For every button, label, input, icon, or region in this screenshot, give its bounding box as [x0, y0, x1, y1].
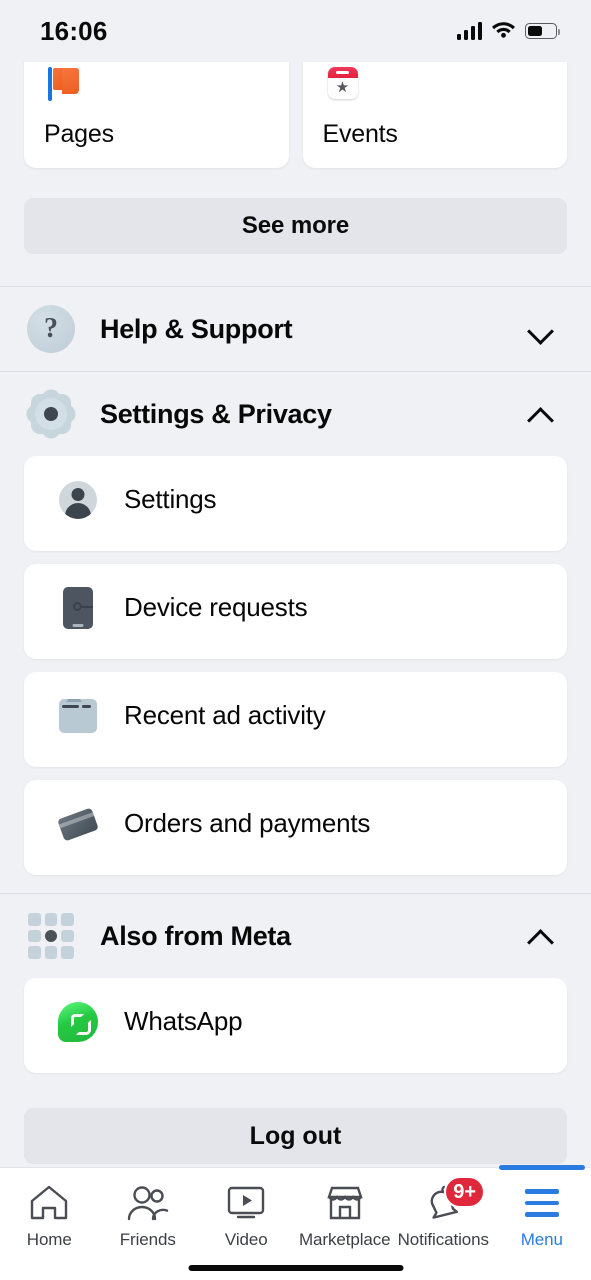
shortcuts-section: Pages ★ Events [0, 62, 591, 168]
logout-wrapper: Log out [0, 1086, 591, 1164]
signal-bars-icon [456, 22, 482, 40]
shortcuts-grid: Pages ★ Events [24, 62, 567, 168]
events-calendar-icon: ★ [323, 64, 363, 104]
section-title: Settings & Privacy [100, 398, 332, 429]
ad-image-icon [56, 694, 100, 738]
nav-tab-label: Notifications [397, 1230, 489, 1249]
logout-button[interactable]: Log out [24, 1108, 567, 1164]
friends-icon [126, 1182, 170, 1224]
status-bar-time: 16:06 [40, 15, 108, 46]
section-title: Also from Meta [100, 920, 291, 951]
list-item-settings[interactable]: Settings [24, 456, 567, 551]
chevron-up-icon[interactable] [527, 921, 557, 951]
list-item-label: Orders and payments [124, 808, 371, 838]
pages-flag-icon [44, 64, 84, 104]
list-item-orders-and-payments[interactable]: Orders and payments [24, 780, 567, 875]
nav-tab-notifications[interactable]: 9+ Notifications [394, 1168, 493, 1280]
nav-tab-friends[interactable]: Friends [99, 1168, 198, 1280]
chevron-down-icon[interactable] [527, 314, 557, 344]
chevron-up-icon[interactable] [527, 399, 557, 429]
avatar-person-icon [56, 478, 100, 522]
bottom-navigation-bar: Home Friends Video Marketplace 9+ Notifi… [0, 1165, 591, 1280]
nav-tab-label: Marketplace [299, 1230, 391, 1249]
nav-tab-label: Friends [119, 1230, 176, 1249]
section-header-also-from-meta[interactable]: Also from Meta [0, 894, 591, 978]
section-header-help-support[interactable]: ? Help & Support [0, 287, 591, 371]
nav-tab-marketplace[interactable]: Marketplace [296, 1168, 395, 1280]
shortcut-card-pages[interactable]: Pages [24, 62, 289, 168]
list-item-recent-ad-activity[interactable]: Recent ad activity [24, 672, 567, 767]
section-title: Help & Support [100, 313, 293, 344]
status-bar-icons [456, 19, 561, 43]
active-tab-indicator [498, 1165, 585, 1170]
wifi-icon [491, 19, 516, 43]
nav-tab-menu[interactable]: Menu [493, 1165, 591, 1280]
status-bar: 16:06 [0, 0, 591, 62]
settings-privacy-list: Settings Device requests Recent ad activ… [0, 456, 591, 875]
nav-tab-label: Menu [520, 1230, 563, 1249]
whatsapp-icon [56, 1000, 100, 1044]
nav-tab-label: Home [26, 1230, 72, 1249]
list-item-label: Settings [124, 484, 217, 514]
see-more-wrapper: See more [0, 168, 591, 254]
shortcut-label: Events [322, 120, 398, 148]
video-icon [225, 1182, 267, 1224]
list-item-device-requests[interactable]: Device requests [24, 564, 567, 659]
shortcut-label: Pages [44, 120, 114, 148]
list-item-whatsapp[interactable]: WhatsApp [24, 978, 567, 1073]
list-item-label: Recent ad activity [124, 700, 326, 730]
bell-icon: 9+ [422, 1176, 486, 1224]
nav-tab-home[interactable]: Home [0, 1168, 99, 1280]
shortcut-card-events[interactable]: ★ Events [302, 62, 567, 168]
phone-key-icon [56, 586, 100, 630]
home-icon [28, 1182, 70, 1224]
battery-icon [525, 23, 561, 39]
payment-card-icon [56, 802, 100, 846]
hamburger-menu-icon [524, 1182, 559, 1224]
gear-icon [22, 385, 80, 443]
menu-scroll-area[interactable]: Pages ★ Events See more ? Help & Support [0, 62, 591, 1167]
notification-badge: 9+ [444, 1176, 486, 1208]
nav-tab-video[interactable]: Video [197, 1168, 296, 1280]
section-header-settings-privacy[interactable]: Settings & Privacy [0, 372, 591, 456]
list-item-label: Device requests [124, 592, 308, 622]
list-item-label: WhatsApp [124, 1006, 243, 1036]
home-indicator [188, 1265, 403, 1271]
also-from-meta-list: WhatsApp [0, 978, 591, 1073]
see-more-button[interactable]: See more [24, 198, 567, 254]
question-mark-circle-icon: ? [24, 305, 78, 353]
marketplace-icon [324, 1182, 366, 1224]
app-grid-icon [24, 913, 78, 959]
nav-tab-label: Video [224, 1230, 268, 1249]
